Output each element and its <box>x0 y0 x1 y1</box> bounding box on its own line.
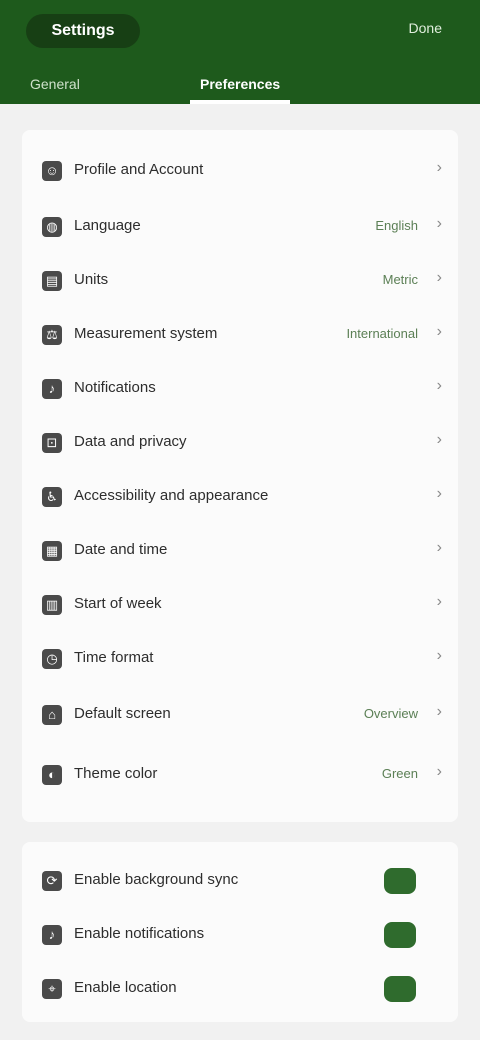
settings-item-label: Units <box>74 271 109 288</box>
person-icon: ☺ <box>42 161 62 181</box>
chevron-right-icon: › <box>436 323 442 340</box>
settings-item-label: Start of week <box>74 595 162 612</box>
settings-item-label: Accessibility and appearance <box>74 487 269 504</box>
chevron-right-icon: › <box>436 647 442 664</box>
home-icon: ⌂ <box>42 705 62 725</box>
chevron-right-icon: › <box>436 159 442 176</box>
chevron-right-icon: › <box>436 377 442 394</box>
chevron-right-icon: › <box>436 703 442 720</box>
chevron-right-icon: › <box>436 593 442 610</box>
settings-item-value: Overview <box>363 706 418 721</box>
tab-general[interactable]: General <box>30 76 80 92</box>
settings-item-value: Metric <box>382 272 418 287</box>
settings-item-default-screen[interactable]: ⌂ Default screen Overview › <box>22 688 458 742</box>
settings-item-start-of-week[interactable]: ▥ Start of week › <box>22 578 458 632</box>
chevron-right-icon: › <box>436 215 442 232</box>
tab-preferences[interactable]: Preferences <box>200 76 280 92</box>
toggles-card: ⟳ Enable background sync ♪ Enable notifi… <box>22 842 458 1022</box>
settings-item-label: Theme color <box>74 765 158 782</box>
settings-item-language[interactable]: ◍ Language English › <box>22 200 458 254</box>
settings-item-value: Green <box>381 766 418 781</box>
lock-icon: ⊡ <box>42 433 62 453</box>
settings-item-label: Profile and Account <box>74 161 204 178</box>
settings-item-theme[interactable]: ◐ Theme color Green › <box>22 748 458 802</box>
settings-item-time-format[interactable]: ◷ Time format › <box>22 632 458 686</box>
settings-item-label: Time format <box>74 649 154 666</box>
settings-item-units[interactable]: ▤ Units Metric › <box>22 254 458 308</box>
settings-screen: Settings Done General Preferences ☺ Prof… <box>0 0 480 1040</box>
settings-item-label: Default screen <box>74 705 171 722</box>
sync-icon: ⟳ <box>42 871 62 891</box>
toggle-label: Enable background sync <box>74 871 239 888</box>
chevron-right-icon: › <box>436 269 442 286</box>
scale-icon: ⚖ <box>42 325 62 345</box>
settings-item-notifications[interactable]: ♪ Notifications › <box>22 362 458 416</box>
done-button[interactable]: Done <box>409 20 442 36</box>
notifications-toggle[interactable] <box>384 922 416 948</box>
settings-item-accessibility[interactable]: ♿ Accessibility and appearance › <box>22 470 458 524</box>
toggle-row-location[interactable]: ⌖ Enable location <box>22 962 458 1016</box>
app-title: Settings <box>26 14 140 48</box>
chevron-right-icon: › <box>436 539 442 556</box>
chevron-right-icon: › <box>436 431 442 448</box>
settings-item-label: Data and privacy <box>74 433 187 450</box>
palette-icon: ◐ <box>42 765 62 785</box>
settings-item-label: Notifications <box>74 379 156 396</box>
settings-item-label: Date and time <box>74 541 168 558</box>
settings-item-value: International <box>346 326 418 341</box>
clock-icon: ◷ <box>42 649 62 669</box>
background-sync-toggle[interactable] <box>384 868 416 894</box>
settings-item-measurement[interactable]: ⚖ Measurement system International › <box>22 308 458 362</box>
globe-icon: ◍ <box>42 217 62 237</box>
settings-list-card: ☺ Profile and Account › ◍ Language Engli… <box>22 130 458 822</box>
settings-item-privacy[interactable]: ⊡ Data and privacy › <box>22 416 458 470</box>
app-bar: Settings Done General Preferences <box>0 0 480 104</box>
toggle-row-notifications[interactable]: ♪ Enable notifications <box>22 908 458 962</box>
chevron-right-icon: › <box>436 485 442 502</box>
location-icon: ⌖ <box>42 979 62 999</box>
settings-item-value: English <box>375 218 418 233</box>
chevron-right-icon: › <box>436 763 442 780</box>
settings-item-label: Measurement system <box>74 325 218 342</box>
bell-icon: ♪ <box>42 379 62 399</box>
toggle-row-background-sync[interactable]: ⟳ Enable background sync <box>22 854 458 908</box>
active-tab-indicator <box>190 100 290 104</box>
toggle-label: Enable location <box>74 979 177 996</box>
tab-bar: General Preferences <box>0 64 480 104</box>
calendar-week-icon: ▥ <box>42 595 62 615</box>
settings-item-date-time[interactable]: ▦ Date and time › <box>22 524 458 578</box>
ruler-icon: ▤ <box>42 271 62 291</box>
settings-item-profile[interactable]: ☺ Profile and Account › <box>22 144 458 198</box>
settings-item-label: Language <box>74 217 141 234</box>
bell-icon: ♪ <box>42 925 62 945</box>
calendar-icon: ▦ <box>42 541 62 561</box>
location-toggle[interactable] <box>384 976 416 1002</box>
accessibility-icon: ♿ <box>42 487 62 507</box>
toggle-label: Enable notifications <box>74 925 205 942</box>
